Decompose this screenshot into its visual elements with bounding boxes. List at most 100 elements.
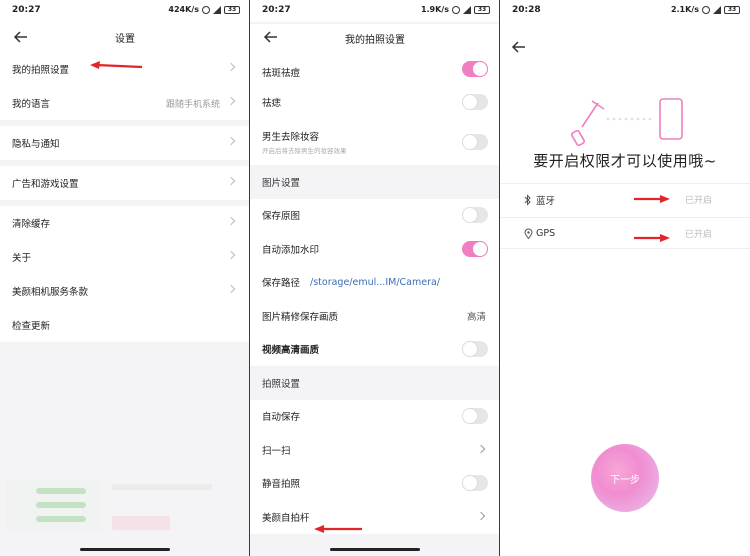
permission-screen: 20:28 2.1K/s 33 要开启权限才可以使用哦~ 蓝牙 已开启 GPS … [500, 0, 750, 556]
page-title: 我的拍照设置 [345, 35, 405, 46]
section-header-camera: 拍照设置 [250, 366, 500, 400]
alarm-icon [202, 5, 210, 14]
settings-item-about[interactable]: 关于 [0, 240, 250, 274]
setting-silent-shot: 静音拍照 [250, 466, 500, 500]
signal-icon [713, 5, 721, 14]
settings-item-label: 关于 [12, 253, 32, 264]
setting-value: 高清 [466, 311, 486, 323]
setting-label: 男生去除妆容 [262, 132, 320, 143]
network-speed: 2.1K/s [670, 5, 699, 14]
status-bar: 20:27 424K/s 33 [0, 0, 250, 22]
setting-hd-video: 视频高清画质 [250, 332, 500, 366]
setting-label: 视频高清画质 [262, 345, 320, 357]
settings-screen: 20:27 424K/s 33 设置 我的拍照设置 我的语言 跟随手机系统 隐私… [0, 0, 250, 556]
settings-item-value: 跟随手机系统 [165, 99, 220, 110]
permission-row-bluetooth[interactable]: 蓝牙 已开启 [500, 183, 750, 215]
toggle-switch[interactable] [462, 134, 488, 150]
setting-label: 图片精修保存画质 [262, 311, 339, 323]
selfie-stick-phone-illustration [570, 98, 683, 147]
setting-auto-watermark: 自动添加水印 [250, 232, 500, 266]
chevron-right-icon [226, 136, 236, 146]
setting-scan[interactable]: 扫一扫 [250, 433, 500, 467]
setting-label: 扫一扫 [262, 445, 291, 457]
toggle-switch[interactable] [462, 408, 488, 425]
signal-icon [213, 5, 221, 14]
network-speed: 1.9K/s [420, 5, 449, 14]
bluetooth-icon [524, 194, 531, 206]
red-arrow-annotation [634, 234, 670, 242]
setting-selfie-stick[interactable]: 美颜自拍杆 [250, 500, 500, 534]
permission-status: 已开启 [684, 229, 712, 240]
red-arrow-annotation [314, 525, 362, 533]
permission-row-gps[interactable]: GPS 已开启 [500, 217, 750, 249]
location-pin-icon [524, 228, 533, 239]
setting-male-makeup-removal: 男生去除妆容 开启后将去除男生的妆容效果 [250, 119, 500, 165]
settings-item-label: 广告和游戏设置 [12, 179, 79, 190]
status-time: 20:27 [12, 5, 41, 15]
toggle-switch[interactable] [462, 60, 488, 77]
settings-item-terms[interactable]: 美颜相机服务条款 [0, 274, 250, 308]
settings-item-privacy[interactable]: 隐私与通知 [0, 126, 250, 160]
permission-title: 要开启权限才可以使用哦~ [533, 152, 717, 170]
red-arrow-annotation [90, 61, 143, 69]
setting-label: 美颜自拍杆 [262, 512, 310, 524]
status-time: 20:27 [262, 5, 291, 15]
signal-icon [463, 5, 471, 14]
chevron-right-icon [226, 176, 236, 186]
setting-label: 自动保存 [262, 412, 301, 424]
toggle-switch[interactable] [462, 207, 488, 224]
photo-settings-list: 祛斑祛痘 祛痣 男生去除妆容 开启后将去除男生的妆容效果 图片设置 保存原图 自… [250, 52, 500, 534]
toggle-switch[interactable] [462, 94, 488, 111]
battery-icon: 33 [724, 5, 740, 14]
toggle-switch[interactable] [462, 341, 488, 358]
settings-item-label: 清除缓存 [12, 219, 51, 230]
setting-mole-removal: 祛痣 [250, 85, 500, 119]
toggle-switch[interactable] [462, 475, 488, 492]
settings-item-clear-cache[interactable]: 清除缓存 [0, 206, 250, 240]
status-bar: 20:27 1.9K/s 33 [250, 0, 500, 22]
home-indicator [80, 548, 170, 551]
page-title: 设置 [115, 34, 135, 45]
chevron-right-icon [476, 511, 486, 521]
alarm-icon [702, 5, 710, 14]
battery-icon: 33 [474, 5, 490, 14]
settings-item-label: 我的语言 [12, 99, 51, 110]
setting-label: 静音拍照 [262, 479, 301, 491]
permission-label: GPS [536, 227, 556, 239]
setting-label: 自动添加水印 [262, 244, 320, 256]
section-title: 图片设置 [262, 177, 301, 189]
settings-item-ads-games[interactable]: 广告和游戏设置 [0, 166, 250, 200]
network-speed: 424K/s [168, 5, 199, 14]
next-step-button[interactable]: 下一步 [591, 444, 659, 512]
setting-description: 开启后将去除男生的妆容效果 [262, 147, 347, 155]
setting-label: 祛斑祛痘 [262, 67, 301, 79]
chevron-right-icon [476, 444, 486, 454]
chevron-right-icon [226, 216, 236, 226]
settings-item-label: 我的拍照设置 [12, 65, 70, 76]
chevron-right-icon [226, 250, 236, 260]
permission-label: 蓝牙 [536, 195, 556, 207]
settings-item-check-update[interactable]: 检查更新 [0, 308, 250, 342]
section-header-image: 图片设置 [250, 165, 500, 199]
status-bar: 20:28 2.1K/s 33 [500, 0, 750, 22]
setting-freckle-acne: 祛斑祛痘 [250, 52, 500, 86]
save-path-value: /storage/emul...IM/Camera/ [310, 276, 441, 288]
chevron-right-icon [226, 284, 236, 294]
settings-item-language[interactable]: 我的语言 跟随手机系统 [0, 86, 250, 120]
home-indicator [330, 548, 420, 551]
faded-ad-thumbnail [6, 480, 101, 532]
photo-settings-header: 我的拍照设置 [250, 24, 500, 52]
settings-header: 设置 [0, 24, 250, 50]
setting-save-original: 保存原图 [250, 198, 500, 232]
setting-label: 保存原图 [262, 211, 301, 223]
faded-ad-text [112, 484, 212, 490]
settings-item-label: 隐私与通知 [12, 139, 60, 150]
permission-status: 已开启 [684, 196, 712, 206]
toggle-switch[interactable] [462, 240, 488, 257]
setting-save-path[interactable]: 保存路径 /storage/emul...IM/Camera/ [250, 265, 500, 299]
back-arrow-icon[interactable] [510, 38, 528, 56]
setting-retouch-quality[interactable]: 图片精修保存画质 高清 [250, 299, 500, 333]
status-time: 20:28 [512, 5, 541, 15]
settings-item-label: 检查更新 [12, 321, 51, 332]
setting-label: 祛痣 [262, 98, 282, 110]
